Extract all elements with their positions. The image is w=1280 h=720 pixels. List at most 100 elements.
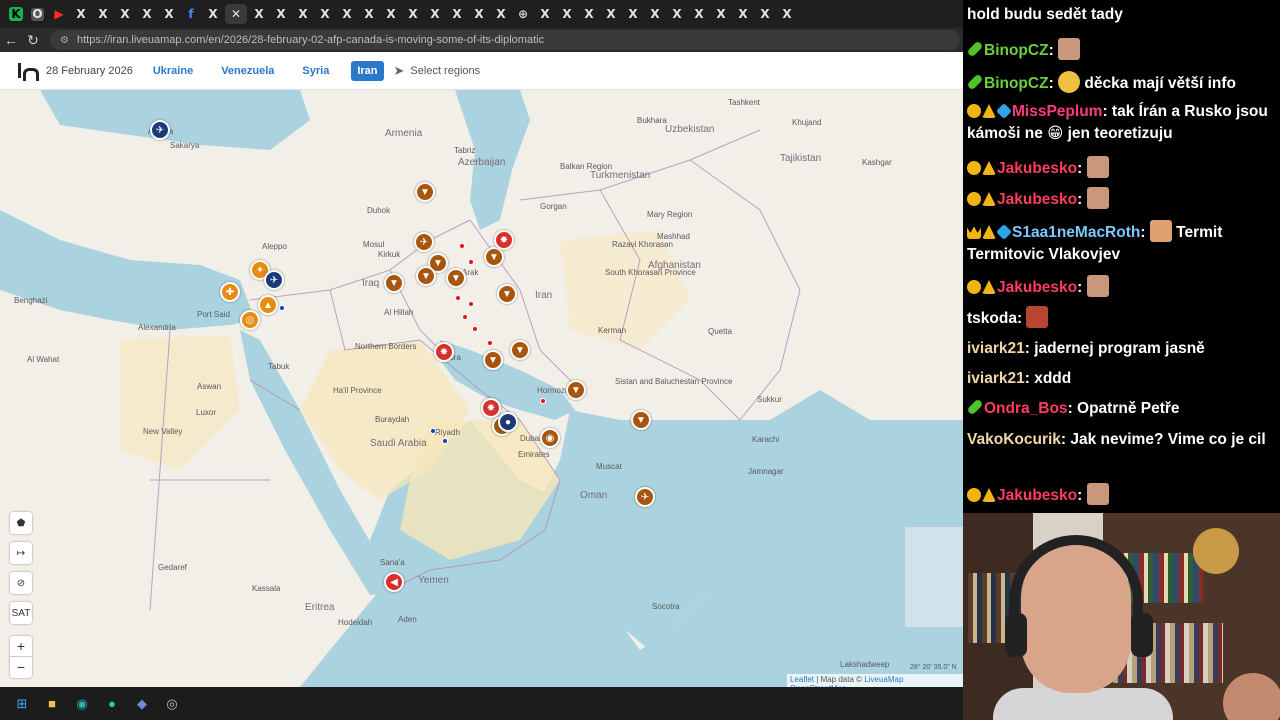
explosion-icon[interactable]: ✸: [494, 230, 514, 250]
browser-tab-16[interactable]: X: [359, 4, 379, 24]
missile-icon[interactable]: ▼: [566, 380, 586, 400]
region-tab-syria[interactable]: Syria: [296, 61, 335, 81]
browser-tab-24[interactable]: X: [535, 4, 555, 24]
explosion-icon[interactable]: ✸: [481, 398, 501, 418]
airplane-icon[interactable]: ✈: [414, 232, 434, 252]
zoom-in-button[interactable]: +: [10, 636, 32, 657]
event-dot-icon[interactable]: [459, 243, 465, 249]
chat-username[interactable]: Ondra_Bos: [984, 400, 1068, 417]
airplane-icon[interactable]: ✈: [264, 270, 284, 290]
browser-tab-34[interactable]: X: [755, 4, 775, 24]
chat-username[interactable]: Jakubesko: [997, 191, 1077, 208]
discord-icon[interactable]: ◆: [132, 694, 152, 714]
browser-tab-32[interactable]: X: [711, 4, 731, 24]
chat-username[interactable]: Jakubesko: [997, 160, 1077, 177]
browser-tab-21[interactable]: X: [469, 4, 489, 24]
browser-tab-31[interactable]: X: [689, 4, 709, 24]
spotify-icon[interactable]: ●: [102, 694, 122, 714]
event-dot-icon[interactable]: [468, 301, 474, 307]
loudspeaker-icon[interactable]: ◀: [384, 572, 404, 592]
browser-tab-0[interactable]: K: [9, 7, 23, 21]
browser-tab-8[interactable]: f: [181, 4, 201, 24]
back-icon[interactable]: ←: [0, 32, 22, 48]
missile-icon[interactable]: ▼: [446, 268, 466, 288]
browser-tab-1[interactable]: O: [31, 7, 44, 21]
navy-icon[interactable]: ●: [498, 412, 518, 432]
chat-username[interactable]: BinopCZ: [984, 75, 1049, 92]
polygon-tool-icon[interactable]: ⬟: [10, 512, 32, 534]
missile-icon[interactable]: ▼: [415, 182, 435, 202]
browser-tab-22[interactable]: X: [491, 4, 511, 24]
missile-icon[interactable]: ▼: [631, 410, 651, 430]
obs-icon[interactable]: ◎: [162, 694, 182, 714]
missile-icon[interactable]: ▼: [484, 247, 504, 267]
missile-icon[interactable]: ▼: [510, 340, 530, 360]
reload-icon[interactable]: ↻: [22, 32, 44, 49]
browser-tab-9[interactable]: X: [203, 4, 223, 24]
browser-tab-28[interactable]: X: [623, 4, 643, 24]
satellite-toggle-button[interactable]: SAT: [10, 602, 32, 624]
browser-tab-4[interactable]: X: [93, 4, 113, 24]
explosion-icon[interactable]: ◉: [540, 428, 560, 448]
browser-tab-3[interactable]: X: [71, 4, 91, 24]
chat-username[interactable]: BinopCZ: [984, 42, 1049, 59]
edge-browser-icon[interactable]: ◉: [72, 694, 92, 714]
missile-icon[interactable]: ▼: [384, 273, 404, 293]
chat-username[interactable]: MissPeplum: [1012, 103, 1102, 120]
zoom-out-button[interactable]: −: [10, 657, 32, 678]
airplane-icon[interactable]: ✈: [635, 487, 655, 507]
browser-tab-10[interactable]: ✕: [225, 4, 247, 24]
browser-tab-11[interactable]: X: [249, 4, 269, 24]
event-dot-icon[interactable]: [455, 295, 461, 301]
chat-username[interactable]: Jakubesko: [997, 279, 1077, 296]
browser-tab-20[interactable]: X: [447, 4, 467, 24]
windows-start-icon[interactable]: ⊞: [12, 694, 32, 714]
browser-tab-18[interactable]: X: [403, 4, 423, 24]
browser-tab-2[interactable]: ▶: [49, 4, 69, 24]
drone-icon[interactable]: ▲: [258, 295, 278, 315]
site-info-icon[interactable]: ⚙: [60, 35, 69, 46]
browser-tab-15[interactable]: X: [337, 4, 357, 24]
chat-username[interactable]: iviark21: [967, 370, 1025, 387]
missile-icon[interactable]: ▼: [483, 350, 503, 370]
region-tab-iran[interactable]: Iran: [351, 60, 384, 81]
event-dot-icon[interactable]: [487, 340, 493, 346]
event-dot-icon[interactable]: [468, 259, 474, 265]
chat-username[interactable]: Jakubesko: [997, 487, 1077, 504]
explosion-icon[interactable]: ✸: [434, 342, 454, 362]
select-regions-button[interactable]: ➤ Select regions: [394, 63, 481, 79]
chat-username[interactable]: tskoda: [967, 310, 1017, 327]
medical-icon[interactable]: ✚: [220, 282, 240, 302]
browser-tab-33[interactable]: X: [733, 4, 753, 24]
event-dot-icon[interactable]: [442, 438, 448, 444]
browser-tab-17[interactable]: X: [381, 4, 401, 24]
region-tab-venezuela[interactable]: Venezuela: [215, 61, 280, 81]
browser-tab-35[interactable]: X: [777, 4, 797, 24]
current-date[interactable]: 28 February 2026: [46, 65, 133, 77]
event-dot-icon[interactable]: [540, 398, 546, 404]
target-icon[interactable]: ◎: [240, 310, 260, 330]
browser-tab-23[interactable]: ⊕: [513, 4, 533, 24]
browser-tab-6[interactable]: X: [137, 4, 157, 24]
region-tab-ukraine[interactable]: Ukraine: [147, 61, 199, 81]
liveuamap-logo[interactable]: [16, 61, 39, 81]
event-dot-icon[interactable]: [472, 326, 478, 332]
measure-tool-icon[interactable]: ↦: [10, 542, 32, 564]
minimap[interactable]: [905, 527, 963, 627]
event-dot-icon[interactable]: [430, 428, 436, 434]
file-explorer-icon[interactable]: ■: [42, 694, 62, 714]
missile-icon[interactable]: ▼: [416, 266, 436, 286]
browser-tab-19[interactable]: X: [425, 4, 445, 24]
browser-tab-27[interactable]: X: [601, 4, 621, 24]
hide-layers-icon[interactable]: ⊘: [10, 572, 32, 594]
browser-tab-13[interactable]: X: [293, 4, 313, 24]
browser-tab-29[interactable]: X: [645, 4, 665, 24]
chat-username[interactable]: VakoKocurik: [967, 431, 1061, 448]
browser-tab-14[interactable]: X: [315, 4, 335, 24]
browser-tab-25[interactable]: X: [557, 4, 577, 24]
leaflet-link[interactable]: Leaflet: [790, 675, 814, 684]
chat-username[interactable]: S1aa1neMacRoth: [1012, 224, 1140, 241]
browser-tab-26[interactable]: X: [579, 4, 599, 24]
event-dot-icon[interactable]: [462, 314, 468, 320]
airplane-icon[interactable]: ✈: [150, 120, 170, 140]
